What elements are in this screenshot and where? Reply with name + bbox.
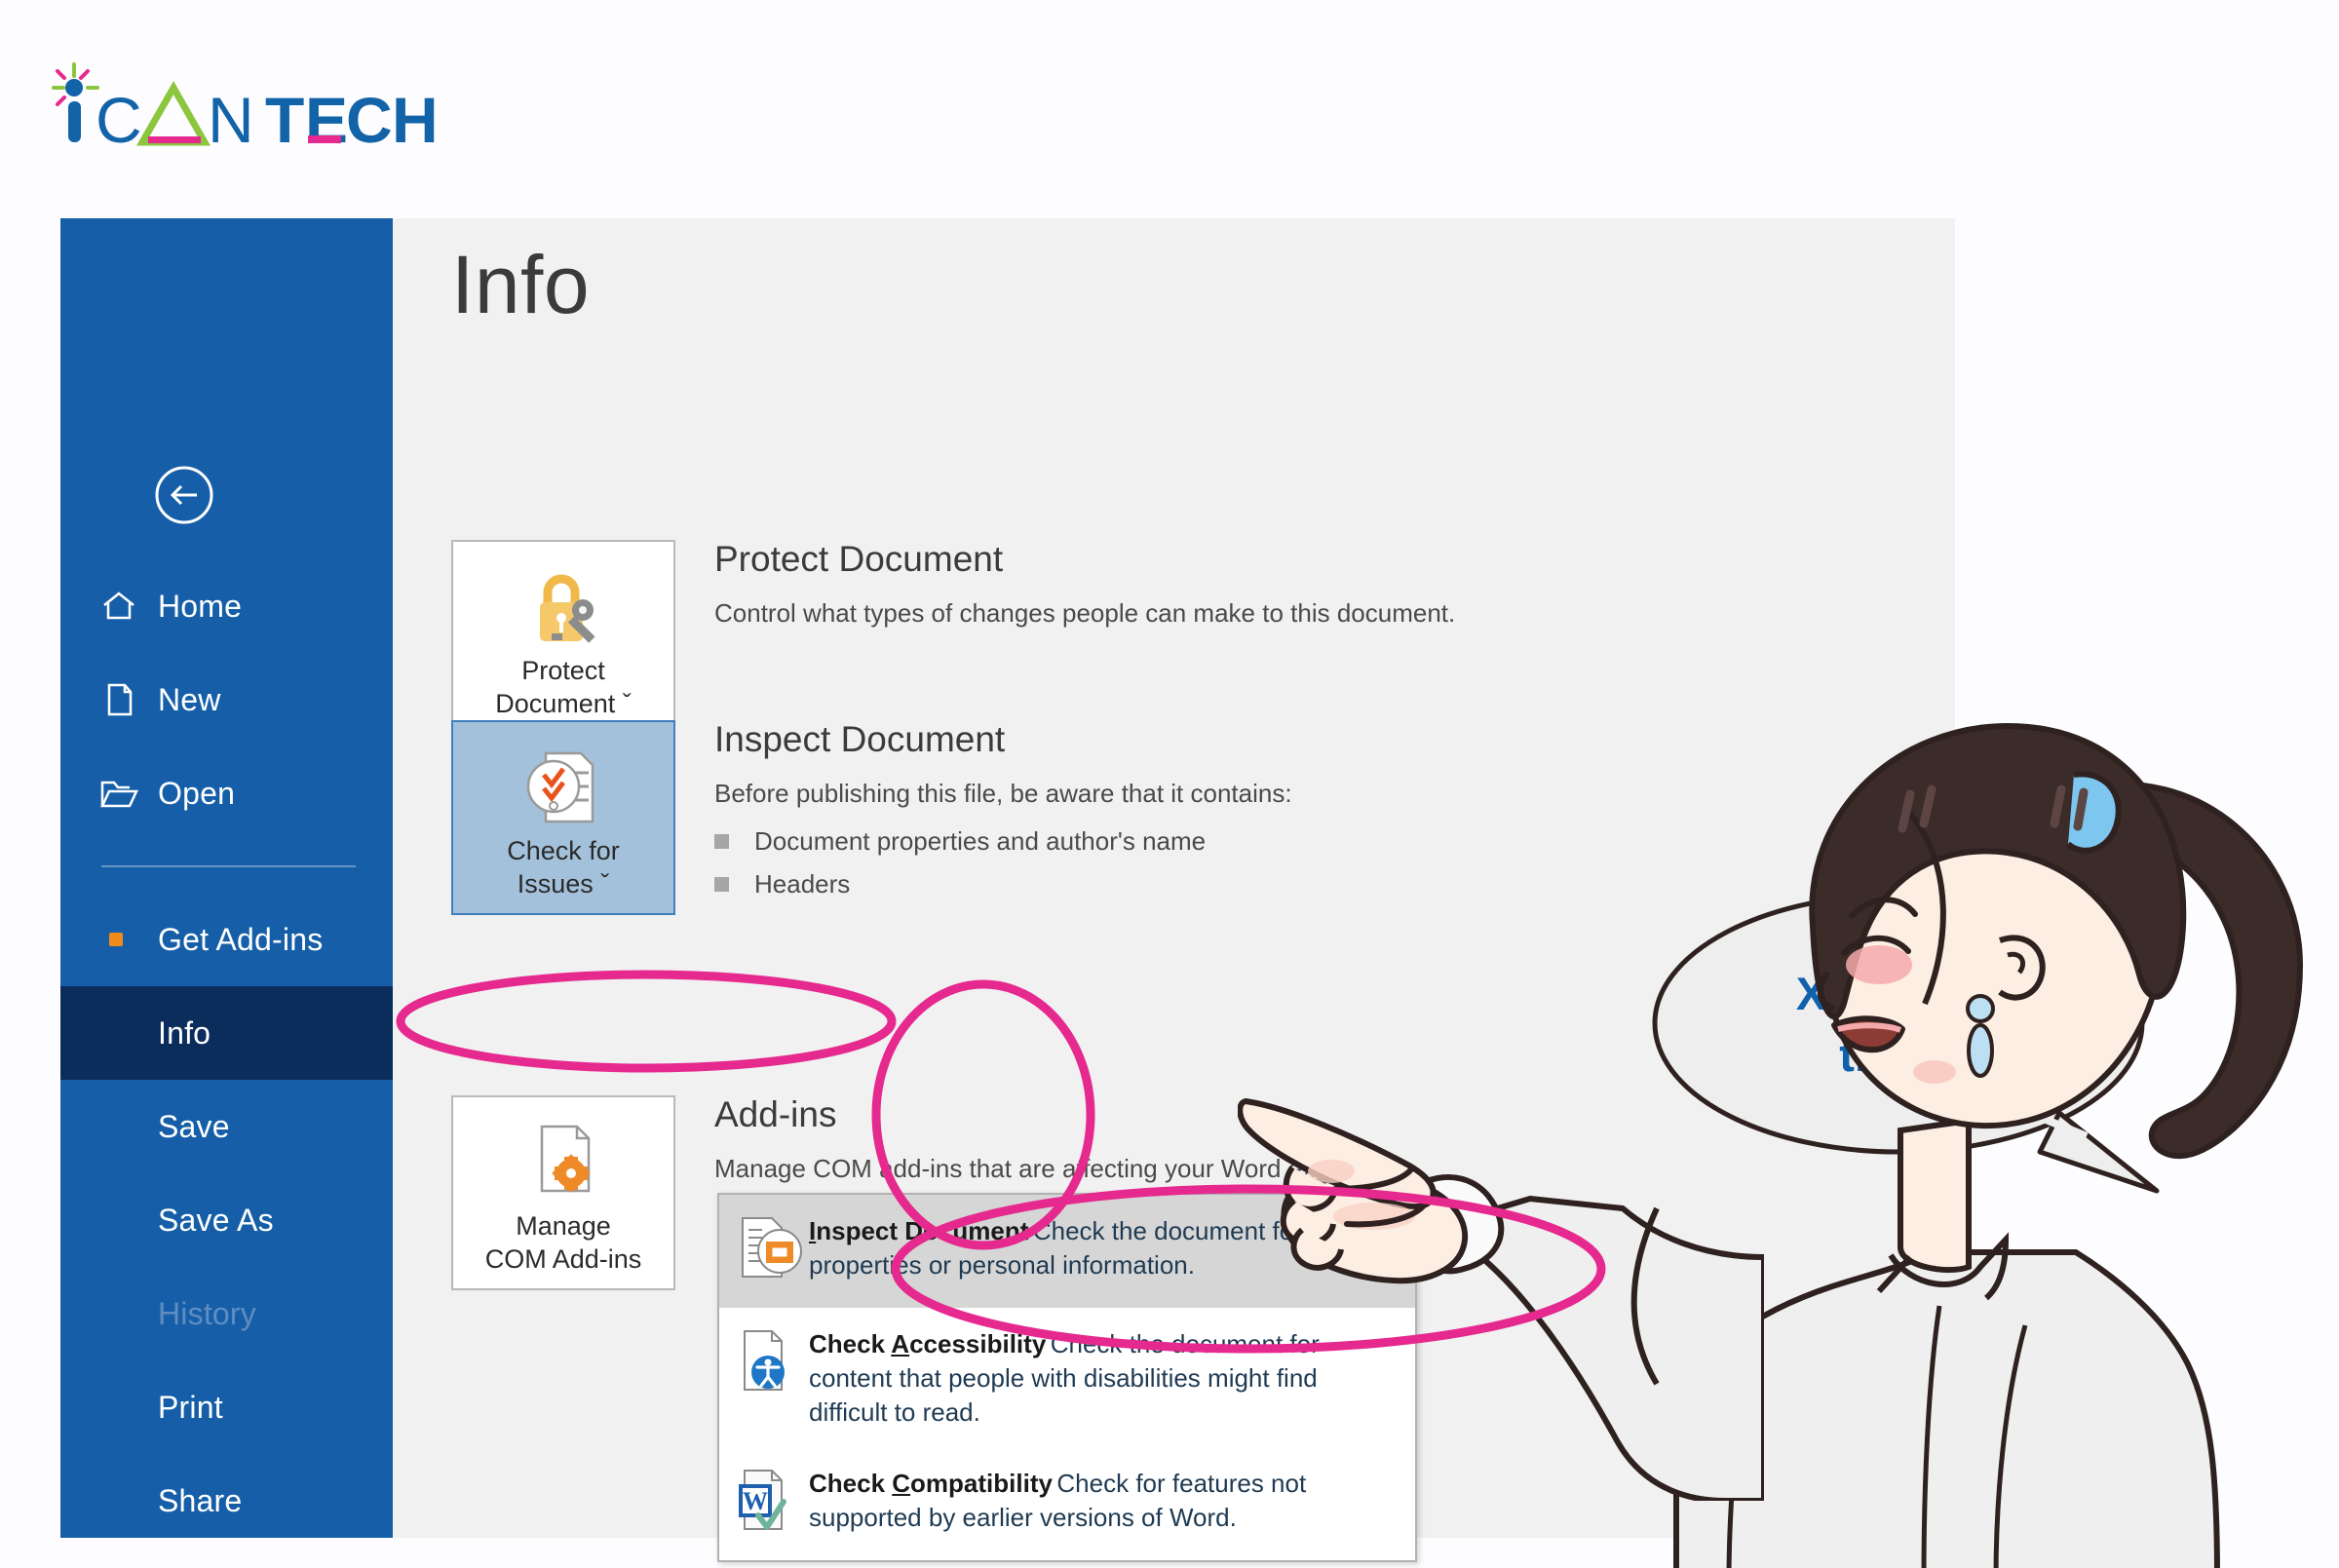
sidebar-item-label: Get Add-ins: [158, 921, 324, 957]
bullet-label: Headers: [754, 868, 851, 899]
page-icon: [97, 678, 140, 721]
sidebar-item-label: Info: [158, 1014, 211, 1051]
sidebar-item-export[interactable]: Export: [60, 1548, 393, 1568]
sidebar-item-label: Save: [158, 1108, 230, 1144]
screenshot-root: C N T E C H Home New Open Get Add-ins In…: [0, 0, 2339, 1568]
accel-letter: C: [892, 1469, 911, 1499]
orange-dot-icon: [109, 933, 123, 946]
addins-button-line1: Manage: [516, 1210, 611, 1241]
back-arrow-icon: [155, 466, 213, 524]
sidebar-item-label: Share: [158, 1482, 243, 1518]
svg-text:W: W: [743, 1487, 768, 1515]
sidebar-item-history: History: [60, 1267, 393, 1360]
square-bullet-icon: [714, 833, 729, 849]
icantech-logo: C N T E C H: [49, 58, 458, 156]
compatibility-word-icon: W: [737, 1465, 809, 1543]
svg-text:N: N: [208, 84, 254, 146]
sidebar-item-info[interactable]: Info: [60, 986, 393, 1080]
inspect-issues-icon: [517, 746, 610, 829]
svg-text:C: C: [346, 84, 393, 146]
protect-heading: Protect Document: [714, 539, 1004, 579]
sidebar-item-save-as[interactable]: Save As: [60, 1173, 393, 1267]
accessibility-icon: [737, 1325, 809, 1403]
svg-text:H: H: [392, 84, 439, 146]
check-for-issues-button[interactable]: Check for Issues ˇ: [451, 720, 675, 915]
protect-document-body: Protect Document Control what types of c…: [714, 539, 1981, 631]
page-title: Info: [451, 239, 591, 330]
accel-letter: A: [891, 1329, 910, 1358]
sidebar-nav-list: Home New Open Get Add-ins Info Save Save…: [60, 559, 393, 1568]
sidebar-item-print[interactable]: Print: [60, 1360, 393, 1454]
manage-com-add-ins-button[interactable]: Manage COM Add-ins: [451, 1095, 675, 1290]
sidebar-item-open[interactable]: Open: [60, 746, 393, 840]
menu-item-title: Check Accessibility: [809, 1329, 1047, 1358]
sidebar-item-save[interactable]: Save: [60, 1080, 393, 1173]
folder-icon: [97, 772, 140, 815]
sidebar-item-label: Print: [158, 1389, 223, 1425]
sidebar-item-label: History: [158, 1295, 256, 1331]
check-issues-line2: Issues: [517, 869, 594, 899]
sidebar-item-label: Open: [158, 775, 236, 811]
chevron-down-icon[interactable]: ˇ: [600, 869, 609, 899]
protect-description: Control what types of changes people can…: [714, 597, 1456, 628]
addins-button-line2: COM Add-ins: [484, 1244, 642, 1275]
check-issues-line1: Check for: [507, 835, 620, 865]
chevron-down-icon[interactable]: ˇ: [623, 689, 632, 718]
sidebar-item-share[interactable]: Share: [60, 1454, 393, 1548]
sidebar-item-label: Save As: [158, 1202, 274, 1238]
protect-button-line1: Protect: [521, 655, 605, 685]
lock-key-icon: [517, 565, 610, 649]
sidebar-item-label: Home: [158, 588, 243, 624]
protect-document-button[interactable]: Protect Document ˇ: [451, 540, 675, 735]
home-icon: [97, 585, 140, 628]
sidebar-item-home[interactable]: Home: [60, 559, 393, 653]
inspect-document-icon: [737, 1212, 809, 1290]
bullet-label: Document properties and author's name: [754, 825, 1207, 856]
menu-item-title: Check Compatibility: [809, 1469, 1053, 1499]
square-bullet-icon: [714, 876, 729, 892]
sidebar-divider: [101, 865, 356, 867]
sidebar-item-new[interactable]: New: [60, 653, 393, 746]
back-button[interactable]: [154, 465, 214, 525]
illustration-pointing-hand: [1237, 1091, 1767, 1504]
annotation-ellipse-info: [393, 963, 900, 1080]
sidebar-item-get-add-ins[interactable]: Get Add-ins: [60, 893, 393, 986]
sidebar-item-label: New: [158, 681, 221, 717]
menu-item-title: Inspect Document: [809, 1216, 1029, 1245]
svg-text:T: T: [265, 84, 304, 146]
svg-text:C: C: [96, 84, 142, 146]
protect-button-line2: Document: [495, 689, 616, 719]
com-add-ins-icon: [517, 1121, 610, 1205]
